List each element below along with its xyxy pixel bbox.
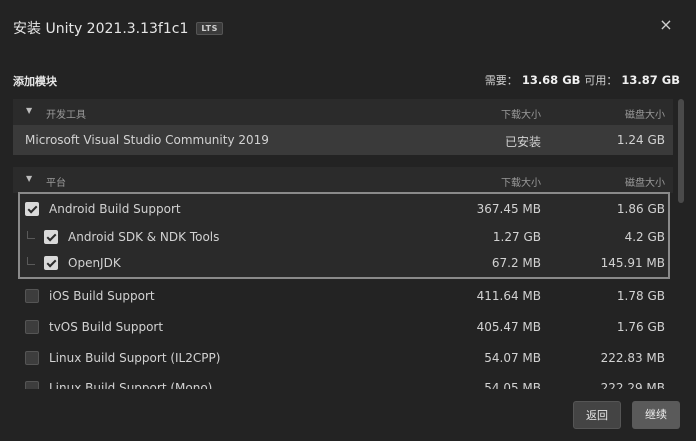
module-list[interactable]: ▼ 开发工具 下载大小 磁盘大小 Microsoft Visual Studio… (13, 99, 673, 389)
module-disk: 1.86 GB (616, 202, 665, 216)
module-disk: 1.78 GB (616, 289, 665, 303)
module-disk: 1.24 GB (616, 133, 665, 147)
module-name: Linux Build Support (Mono) (49, 381, 213, 389)
available-label: 可用： (584, 74, 618, 87)
required-value: 13.68 GB (521, 73, 581, 87)
module-download: 67.2 MB (491, 256, 541, 270)
module-download: 405.47 MB (476, 320, 541, 334)
group-name: 平台 (46, 178, 66, 189)
module-download: 54.07 MB (484, 351, 541, 365)
module-name: Microsoft Visual Studio Community 2019 (25, 133, 269, 147)
col-disk-header: 磁盘大小 (625, 178, 665, 189)
section-title: 添加模块 (13, 75, 57, 88)
lts-badge: LTS (196, 21, 223, 35)
module-name: Linux Build Support (IL2CPP) (49, 351, 221, 365)
module-disk: 222.83 MB (600, 351, 665, 365)
required-label: 需要： (484, 74, 518, 87)
group-header-dev-tools[interactable]: ▼ 开发工具 下载大小 磁盘大小 (13, 99, 673, 125)
checkbox-unchecked-icon[interactable] (25, 351, 39, 365)
dialog-title-text: 安装 Unity 2021.3.13f1c1 (13, 21, 189, 37)
module-row-linux-il2cpp[interactable]: Linux Build Support (IL2CPP) 54.07 MB 22… (13, 344, 673, 372)
install-dialog: 安装 Unity 2021.3.13f1c1 LTS × 添加模块 需要： 13… (0, 0, 696, 441)
continue-button[interactable]: 继续 (632, 401, 680, 429)
col-download-header: 下载大小 (501, 110, 541, 121)
module-name: Android Build Support (49, 202, 181, 216)
col-download-header: 下载大小 (501, 178, 541, 189)
group-header-platforms[interactable]: ▼ 平台 下载大小 磁盘大小 (13, 167, 673, 193)
list-scrollbar[interactable] (678, 99, 684, 203)
group-name: 开发工具 (46, 110, 86, 121)
close-icon[interactable]: × (656, 15, 676, 35)
module-download: 已安装 (504, 135, 541, 149)
col-disk-header: 磁盘大小 (625, 110, 665, 121)
module-disk: 145.91 MB (600, 256, 665, 270)
module-name: iOS Build Support (49, 289, 155, 303)
module-download: 1.27 GB (492, 230, 541, 244)
checkbox-unchecked-icon[interactable] (25, 381, 39, 389)
module-name: tvOS Build Support (49, 320, 164, 334)
module-name: Android SDK & NDK Tools (68, 230, 220, 244)
module-name: OpenJDK (68, 256, 121, 270)
checkbox-checked-icon[interactable] (25, 202, 39, 216)
module-disk: 1.76 GB (616, 320, 665, 334)
module-disk: 4.2 GB (624, 230, 665, 244)
checkbox-unchecked-icon[interactable] (25, 320, 39, 334)
module-row-vs2019: Microsoft Visual Studio Community 2019 已… (13, 125, 673, 155)
module-row-linux-mono[interactable]: Linux Build Support (Mono) 54.05 MB 222.… (13, 374, 673, 389)
dialog-title: 安装 Unity 2021.3.13f1c1 LTS (13, 18, 223, 38)
module-row-openjdk[interactable]: OpenJDK 67.2 MB 145.91 MB (13, 249, 673, 277)
checkbox-unchecked-icon[interactable] (25, 289, 39, 303)
tree-connector-icon (27, 257, 35, 265)
module-row-ios[interactable]: iOS Build Support 411.64 MB 1.78 GB (13, 282, 673, 310)
module-download: 411.64 MB (476, 289, 541, 303)
back-button[interactable]: 返回 (573, 401, 621, 429)
checkbox-checked-icon[interactable] (44, 256, 58, 270)
module-download: 367.45 MB (476, 202, 541, 216)
module-row-android[interactable]: Android Build Support 367.45 MB 1.86 GB (13, 195, 673, 223)
checkbox-checked-icon[interactable] (44, 230, 58, 244)
module-download: 54.05 MB (484, 381, 541, 389)
available-value: 13.87 GB (621, 73, 680, 87)
tree-connector-icon (27, 231, 35, 239)
module-disk: 222.29 MB (600, 381, 665, 389)
collapse-triangle-icon[interactable]: ▼ (26, 174, 32, 183)
module-row-tvos[interactable]: tvOS Build Support 405.47 MB 1.76 GB (13, 313, 673, 341)
collapse-triangle-icon[interactable]: ▼ (26, 106, 32, 115)
space-summary: 需要： 13.68 GB 可用： 13.87 GB (485, 72, 680, 88)
module-row-android-sdk-ndk[interactable]: Android SDK & NDK Tools 1.27 GB 4.2 GB (13, 223, 673, 251)
